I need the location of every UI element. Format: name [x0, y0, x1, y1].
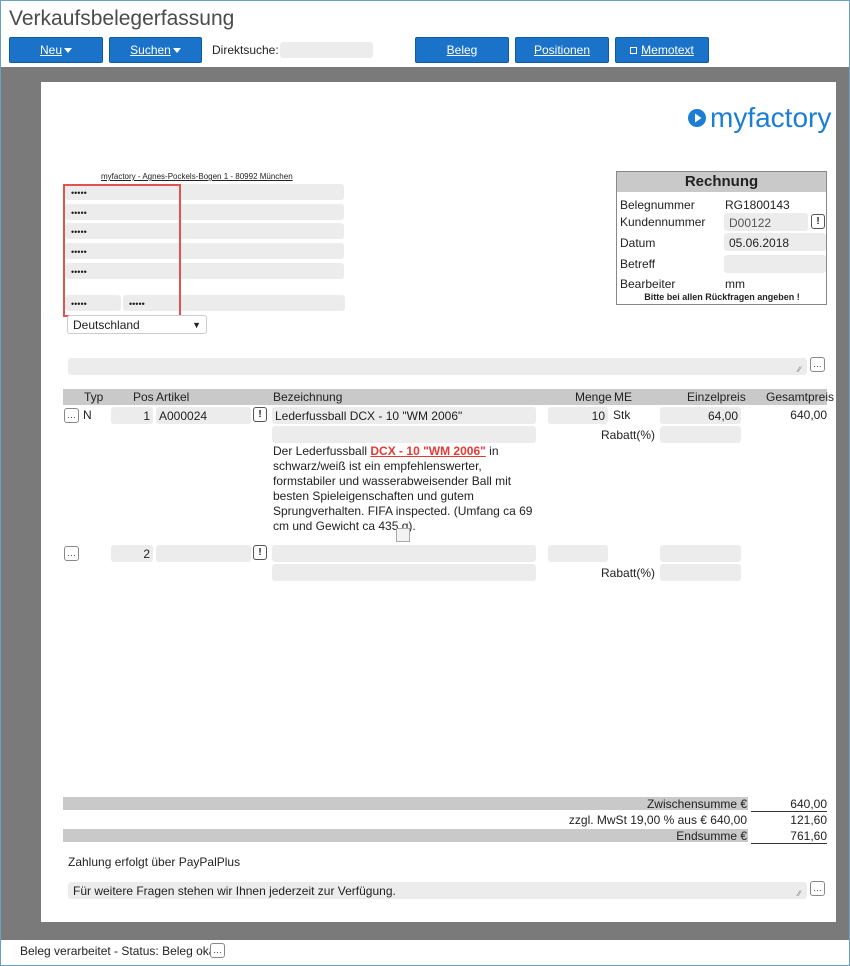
positions-label: Positionen [533, 43, 591, 57]
row-2-bezeichnung[interactable] [272, 545, 536, 562]
row-2-einzelpreis[interactable] [660, 545, 741, 562]
row-2-menge[interactable] [548, 545, 608, 562]
page-title: Verkaufsbelegerfassung [9, 7, 235, 30]
kunden-field[interactable]: D00122 [724, 213, 808, 231]
col-bezeichnung: Bezeichnung [273, 390, 343, 404]
row-1-extra-field[interactable] [272, 426, 536, 443]
logo-play-icon [688, 109, 706, 127]
zwischensumme-value: 640,00 [751, 797, 827, 812]
beleg-button[interactable]: Beleg [415, 37, 509, 63]
row-1-rabatt-label: Rabatt(%) [601, 428, 656, 442]
direct-search-input[interactable] [280, 42, 373, 58]
closing-more-button[interactable]: … [810, 881, 825, 896]
row-2-more-button[interactable]: … [64, 546, 79, 561]
memo-icon [630, 46, 638, 54]
bearbeiter-value: mm [725, 277, 745, 291]
search-label: Suchen [130, 43, 171, 57]
mwst-label: zzgl. MwSt 19,00 % aus € 640,00 [568, 813, 747, 827]
col-einzelpreis: Einzelpreis [687, 390, 746, 404]
logo-text: myfactory [710, 102, 832, 133]
chevron-down-icon [64, 47, 72, 53]
belegnummer-value: RG1800143 [725, 198, 790, 212]
datum-label: Datum [620, 236, 656, 250]
datum-field[interactable]: 05.06.2018 [724, 233, 826, 251]
kunden-info-button[interactable]: ! [811, 214, 825, 229]
zwischensumme-label: Zwischensumme € [646, 797, 747, 811]
row-1-artikel-info-button[interactable]: ! [253, 407, 267, 422]
memo-label: Memotext [641, 43, 694, 57]
search-button[interactable]: Suchen [109, 37, 202, 63]
betreff-label: Betreff [620, 257, 656, 271]
row-2-rabatt-label: Rabatt(%) [601, 566, 656, 580]
country-value: Deutschland [73, 317, 140, 332]
row-1-typ: N [83, 408, 92, 422]
endsumme-value: 761,60 [751, 829, 827, 844]
highlight-box [63, 184, 181, 317]
sender-line: myfactory - Agnes-Pockels-Bogen 1 - 8099… [101, 172, 293, 181]
row-1-einzelpreis[interactable]: 64,00 [660, 407, 741, 424]
col-menge: Menge [575, 390, 612, 404]
row-1-rabatt-field[interactable] [660, 426, 741, 443]
row-1-artikel[interactable]: A000024 [156, 407, 251, 424]
new-label: Neu [39, 43, 62, 57]
resize-handle-icon[interactable]: ∕∕ [798, 889, 801, 898]
invoice-type: Rechnung [617, 172, 826, 192]
col-me: ME [614, 390, 632, 404]
col-artikel: Artikel [156, 390, 190, 404]
logo: myfactory [687, 102, 831, 134]
row-2-artikel-info-button[interactable]: ! [253, 545, 267, 560]
beleg-label: Beleg [446, 43, 478, 57]
betreff-field[interactable] [724, 255, 826, 273]
status-more-button[interactable]: … [210, 943, 225, 958]
mwst-value: 121,60 [790, 813, 827, 827]
col-gesamtpreis: Gesamtpreis [766, 390, 835, 404]
kunden-label: Kundennummer [620, 215, 706, 229]
resize-handle-icon[interactable]: ∕∕ [798, 365, 801, 374]
row-1-gesamtpreis: 640,00 [790, 408, 827, 422]
row-1-more-button[interactable]: … [64, 408, 79, 423]
col-pos: Pos [133, 390, 154, 404]
row-1-description: Der Lederfussball DCX - 10 "WM 2006" in … [273, 444, 535, 534]
broken-image-icon [396, 528, 410, 542]
intro-more-button[interactable]: … [810, 357, 825, 372]
row-2-extra-field[interactable] [272, 564, 536, 581]
payment-text: Zahlung erfolgt über PayPalPlus [68, 855, 241, 869]
chevron-down-icon [172, 47, 181, 53]
row-1-pos[interactable]: 1 [111, 407, 153, 424]
memo-button[interactable]: Memotext [615, 37, 709, 63]
closing-text-field[interactable]: Für weitere Fragen stehen wir Ihnen jede… [68, 882, 807, 899]
desc-text-1: Der Lederfussball [273, 444, 371, 458]
row-1-me: Stk [613, 408, 631, 422]
new-button[interactable]: Neu [9, 37, 103, 63]
endsumme-label: Endsumme € [676, 829, 747, 843]
row-1-menge[interactable]: 10 [548, 407, 608, 424]
row-2-artikel[interactable] [156, 545, 251, 562]
col-typ: Typ [84, 390, 104, 404]
bearbeiter-label: Bearbeiter [620, 277, 676, 291]
row-2-rabatt-field[interactable] [660, 564, 741, 581]
positions-button[interactable]: Positionen [515, 37, 609, 63]
reference-note: Bitte bei allen Rückfragen angeben ! [644, 292, 800, 302]
direct-search-label: Direktsuche: [212, 43, 279, 57]
belegnummer-label: Belegnummer [620, 198, 695, 212]
row-2-pos[interactable]: 2 [111, 545, 153, 562]
chevron-down-icon: ▼ [192, 319, 201, 330]
row-1-bezeichnung[interactable]: Lederfussball DCX - 10 "WM 2006" [272, 407, 536, 424]
country-select[interactable]: Deutschland ▼ [67, 315, 207, 334]
desc-link[interactable]: DCX - 10 "WM 2006" [370, 444, 485, 458]
status-text: Beleg verarbeitet - Status: Beleg okay [20, 944, 222, 958]
intro-text-field[interactable] [68, 358, 807, 375]
